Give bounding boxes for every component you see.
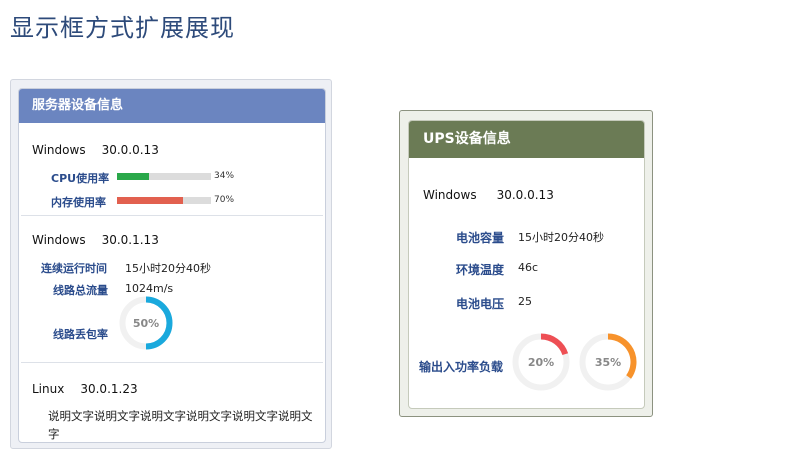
power-load-value-1: 20% <box>528 356 554 369</box>
host3-description: 说明文字说明文字说明文字说明文字说明文字说明文字 <box>48 409 313 441</box>
host3-ip: 30.0.1.23 <box>80 382 138 396</box>
host3-os: Linux <box>32 382 65 396</box>
host2-heading: Windows 30.0.1.13 <box>32 233 159 247</box>
power-load-label: 输出入功率负载 <box>419 360 504 374</box>
cpu-usage-label: CPU使用率 <box>51 172 110 185</box>
ups-panel-title: UPS设备信息 <box>409 121 644 158</box>
host1-os: Windows <box>32 143 86 157</box>
ups-panel: UPS设备信息 Windows 30.0.0.13 电池容量 15小时20分40秒… <box>399 110 653 417</box>
section-divider <box>21 215 323 216</box>
uptime-label: 连续运行时间 <box>41 262 107 275</box>
power-load-arc-1 <box>540 333 569 356</box>
memory-usage-fill <box>117 197 183 204</box>
power-load-donut-2: 35% <box>579 333 637 391</box>
battery-voltage-value: 25 <box>518 295 532 308</box>
page-title: 显示框方式扩展展现 <box>10 14 235 42</box>
power-load-value-2: 35% <box>595 356 621 369</box>
cpu-usage-fill <box>117 173 149 180</box>
packet-loss-value: 50% <box>133 317 159 330</box>
host3-heading: Linux 30.0.1.23 <box>32 382 138 396</box>
memory-usage-label: 内存使用率 <box>51 196 106 209</box>
section-divider <box>21 362 323 363</box>
battery-capacity-label: 电池容量 <box>456 231 505 245</box>
battery-voltage-label: 电池电压 <box>456 297 505 311</box>
power-load-donut-1: 20% <box>512 333 570 391</box>
host1-heading: Windows 30.0.0.13 <box>32 143 159 157</box>
battery-capacity-value: 15小时20分40秒 <box>518 231 604 244</box>
host2-ip: 30.0.1.13 <box>101 233 159 247</box>
traffic-value: 1024m/s <box>125 282 174 295</box>
host1-ip: 30.0.0.13 <box>101 143 159 157</box>
memory-usage-bar <box>117 197 211 204</box>
ups-os: Windows <box>423 188 477 202</box>
packet-loss-label: 线路丢包率 <box>53 328 108 341</box>
ups-ip: 30.0.0.13 <box>496 188 554 202</box>
host2-os: Windows <box>32 233 86 247</box>
memory-usage-value: 70% <box>214 195 235 205</box>
uptime-value: 15小时20分40秒 <box>125 262 211 275</box>
cpu-usage-value: 34% <box>214 171 235 181</box>
traffic-label: 线路总流量 <box>53 284 108 297</box>
packet-loss-donut: 50% <box>119 296 173 350</box>
cpu-usage-bar <box>117 173 211 180</box>
ambient-temp-label: 环境温度 <box>456 263 505 277</box>
server-panel-title: 服务器设备信息 <box>19 89 325 123</box>
server-card: 服务器设备信息 Windows 30.0.0.13 CPU使用率 34% 内存使用… <box>18 88 326 443</box>
ambient-temp-value: 46c <box>518 261 539 274</box>
ups-host-heading: Windows 30.0.0.13 <box>423 188 554 202</box>
server-panel: 服务器设备信息 Windows 30.0.0.13 CPU使用率 34% 内存使用… <box>10 79 332 449</box>
ups-card: UPS设备信息 Windows 30.0.0.13 电池容量 15小时20分40秒… <box>408 120 645 409</box>
